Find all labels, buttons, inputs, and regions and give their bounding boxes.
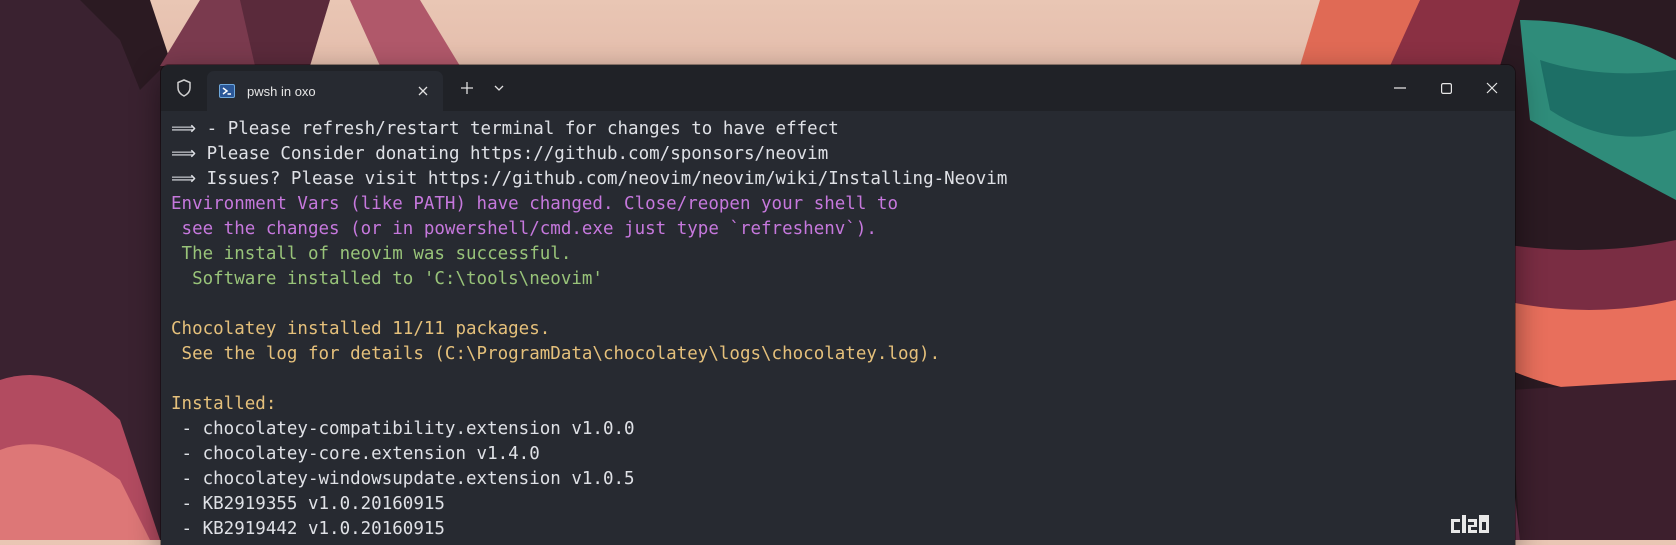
tab-title: pwsh in oxo: [247, 83, 316, 99]
maximize-button[interactable]: [1423, 65, 1469, 111]
maximize-icon: [1440, 82, 1452, 94]
watermark-logo: [1451, 513, 1495, 539]
title-bar: pwsh in oxo: [161, 65, 1515, 111]
terminal-line: - KB2919355 v1.0.20160915: [171, 494, 445, 514]
terminal-line: See the log for details (C:\ProgramData\…: [171, 344, 941, 364]
powershell-icon: [219, 83, 235, 99]
terminal-line: The install of neovim was successful.: [171, 244, 572, 264]
terminal-line: Environment Vars (like PATH) have change…: [171, 194, 898, 214]
close-window-button[interactable]: [1469, 65, 1515, 111]
terminal-line: ⟹ Issues? Please visit https://github.co…: [171, 169, 1008, 189]
terminal-line: Chocolatey installed 11/11 packages.: [171, 319, 551, 339]
terminal-line: ⟹ Please Consider donating https://githu…: [171, 144, 829, 164]
tab-pwsh[interactable]: pwsh in oxo: [207, 71, 443, 111]
chevron-down-icon: [494, 85, 504, 91]
terminal-line: see the changes (or in powershell/cmd.ex…: [171, 219, 877, 239]
close-tab-button[interactable]: [409, 77, 437, 105]
close-icon: [418, 86, 428, 96]
terminal-line: - chocolatey-compatibility.extension v1.…: [171, 419, 635, 439]
plus-icon: [461, 82, 473, 94]
terminal-line: ⟹ - Please refresh/restart terminal for …: [171, 119, 839, 139]
tab-dropdown-button[interactable]: [483, 72, 515, 104]
terminal-line: Software installed to 'C:\tools\neovim': [171, 269, 603, 289]
terminal-line: - KB2919442 v1.0.20160915: [171, 519, 445, 539]
minimize-button[interactable]: [1377, 65, 1423, 111]
minimize-icon: [1394, 87, 1406, 89]
window-controls: [1377, 65, 1515, 111]
terminal-line: - chocolatey-windowsupdate.extension v1.…: [171, 469, 635, 489]
terminal-line: Installed:: [171, 394, 277, 414]
terminal-line: - chocolatey-core.extension v1.4.0: [171, 444, 540, 464]
terminal-output[interactable]: ⟹ - Please refresh/restart terminal for …: [161, 111, 1515, 542]
shield-icon[interactable]: [161, 65, 207, 111]
terminal-window: pwsh in oxo ⟹ - Please refresh/restart t…: [161, 65, 1515, 545]
close-icon: [1486, 82, 1498, 94]
new-tab-button[interactable]: [451, 72, 483, 104]
